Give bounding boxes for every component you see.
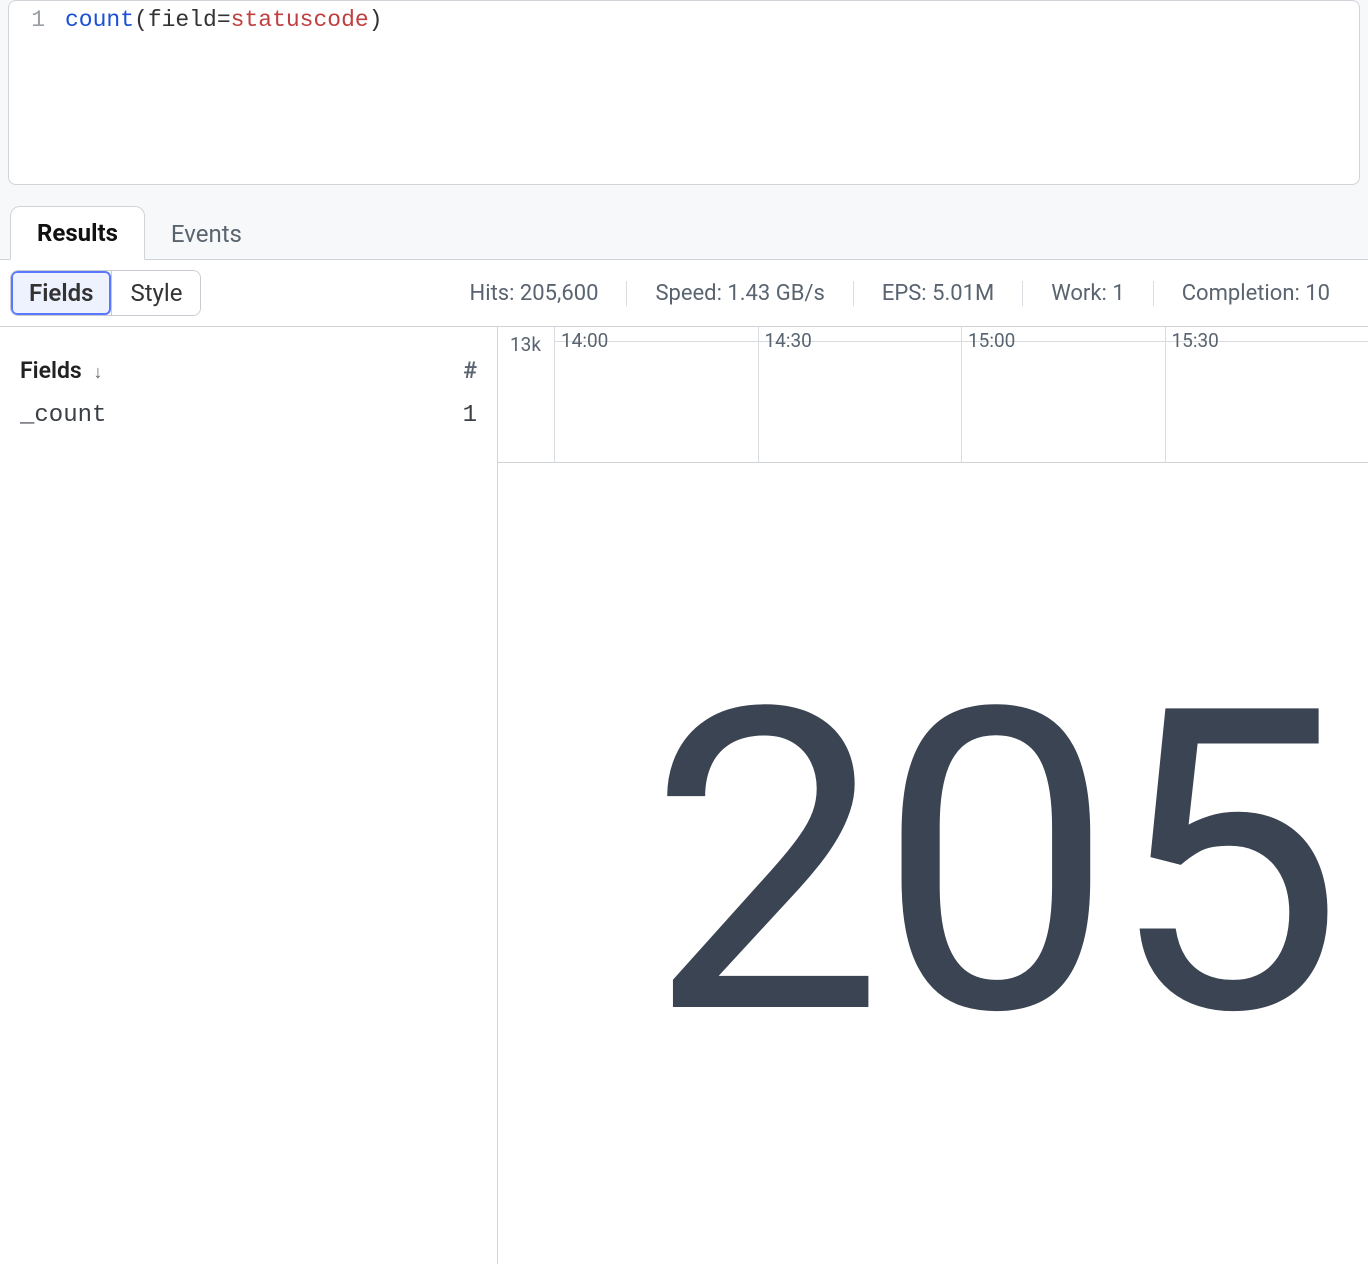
line-number: 1 (25, 7, 65, 33)
fields-panel: Fields ↓ # _count 1 (0, 327, 498, 1264)
right-pane: 13k 14:00 14:30 15:00 15:30 205 (498, 327, 1368, 1264)
stat-completion: Completion: 10 (1153, 281, 1358, 306)
timeline-tick-label: 14:00 (561, 329, 608, 352)
tab-events[interactable]: Events (145, 208, 268, 260)
query-token-close: ) (369, 7, 383, 33)
stat-work: Work: 1 (1022, 281, 1153, 306)
timeline-tick-label: 14:30 (765, 329, 812, 352)
query-token-eq: = (217, 7, 231, 33)
timeline-tick-label: 15:00 (968, 329, 1015, 352)
stat-eps: EPS: 5.01M (853, 281, 1022, 306)
stat-speed: Speed: 1.43 GB/s (626, 281, 852, 306)
sort-down-icon: ↓ (93, 362, 102, 383)
field-row[interactable]: _count 1 (20, 394, 477, 437)
stat-hits: Hits: 205,600 (442, 281, 627, 306)
timeline-tick: 15:00 (961, 327, 1165, 462)
field-name: _count (20, 402, 106, 429)
view-mode-group: Fields Style (10, 270, 201, 316)
timeline-tick: 14:30 (758, 327, 962, 462)
style-pill[interactable]: Style (111, 271, 200, 315)
field-count: 1 (463, 402, 477, 429)
timeline-tick: 15:30 (1165, 327, 1368, 462)
timeline-tick: 14:00 (554, 327, 758, 462)
result-display: 205 (498, 463, 1368, 1264)
result-tabs: Results Events (0, 205, 1368, 260)
result-big-number: 205 (648, 617, 1338, 1110)
query-token-func: count (65, 7, 134, 33)
query-token-param-val: statuscode (231, 7, 369, 33)
timeline-chart[interactable]: 13k 14:00 14:30 15:00 15:30 (498, 327, 1368, 463)
query-editor[interactable]: 1 count(field=statuscode) (8, 0, 1360, 185)
query-code[interactable]: count(field=statuscode) (65, 7, 383, 33)
results-toolbar: Fields Style Hits: 205,600 Speed: 1.43 G… (0, 260, 1368, 327)
fields-pill[interactable]: Fields (11, 271, 111, 315)
main-split: Fields ↓ # _count 1 13k 14:00 14:30 15:0… (0, 327, 1368, 1264)
timeline-grid: 14:00 14:30 15:00 15:30 (554, 327, 1368, 462)
query-token-open: ( (134, 7, 148, 33)
fields-header[interactable]: Fields ↓ # (20, 345, 477, 394)
fields-header-label: Fields ↓ (20, 357, 102, 384)
query-line: 1 count(field=statuscode) (9, 7, 1359, 33)
query-token-param-key: field (148, 7, 217, 33)
fields-count-header: # (463, 357, 477, 384)
timeline-tick-label: 15:30 (1172, 329, 1219, 352)
tab-results[interactable]: Results (10, 206, 145, 260)
fields-header-text: Fields (20, 357, 82, 384)
timeline-y-tick: 13k (510, 333, 541, 356)
